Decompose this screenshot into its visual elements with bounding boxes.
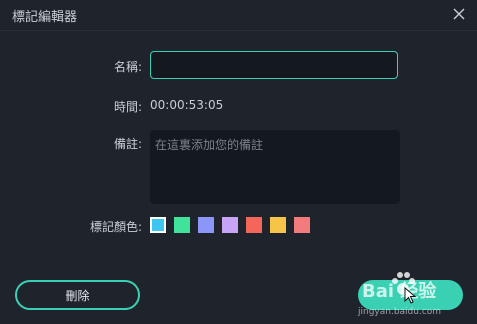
color-swatch-purple[interactable] — [222, 217, 238, 233]
color-swatch-green[interactable] — [174, 217, 190, 233]
note-label: 備註: — [113, 137, 142, 151]
dialog-title: 標記編輯器 — [12, 10, 78, 25]
color-swatch-yellow[interactable] — [270, 217, 286, 233]
note-textarea[interactable] — [150, 130, 400, 204]
close-button[interactable] — [448, 3, 470, 25]
delete-button[interactable]: 刪除 — [15, 280, 140, 310]
name-label: 名稱: — [113, 60, 142, 74]
name-input[interactable] — [150, 51, 398, 79]
time-value: 00:00:53:05 — [150, 98, 224, 112]
color-swatch-cyan[interactable] — [150, 217, 166, 233]
color-swatch-blue[interactable] — [198, 217, 214, 233]
close-icon — [453, 8, 465, 20]
marker-color-label: 標記顏色: — [89, 220, 142, 234]
color-swatch-pink[interactable] — [294, 217, 310, 233]
time-label: 時間: — [113, 100, 142, 114]
color-swatch-red[interactable] — [246, 217, 262, 233]
mouse-cursor-icon — [404, 287, 417, 304]
title-bar: 標記編輯器 — [0, 0, 477, 31]
delete-button-label: 刪除 — [65, 288, 90, 303]
